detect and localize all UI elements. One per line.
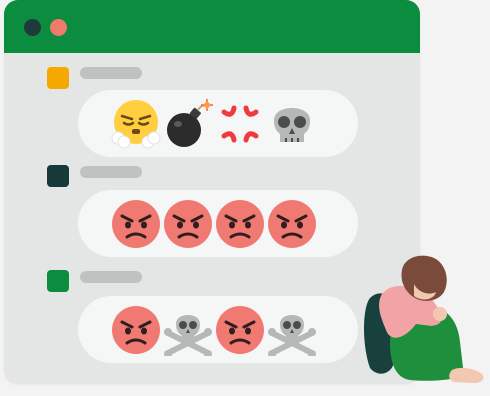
user-avatar — [47, 67, 69, 89]
angry-face-icon — [112, 200, 160, 248]
illustration — [0, 0, 490, 396]
title-bar — [4, 0, 420, 53]
username-placeholder — [80, 271, 142, 283]
hand — [433, 307, 447, 321]
app-window — [4, 0, 420, 384]
username-placeholder — [80, 166, 142, 178]
skull-and-crossbones-icon — [268, 315, 316, 356]
emoji-row — [110, 198, 318, 250]
angry-face-icon — [164, 200, 212, 248]
anger-symbol-icon — [221, 105, 259, 143]
angry-face-icon — [268, 200, 316, 248]
username-placeholder — [80, 67, 142, 79]
message-bubble — [78, 90, 358, 157]
message-bubble — [78, 296, 358, 363]
angry-face-icon — [216, 306, 264, 354]
face-exhaling-icon — [111, 100, 161, 149]
emoji-row — [110, 98, 318, 150]
message-bubble — [78, 190, 358, 257]
foot — [449, 367, 484, 383]
skull-and-crossbones-icon — [164, 315, 212, 356]
sad-person-illustration — [364, 255, 484, 383]
angry-face-icon — [216, 200, 264, 248]
user-avatar — [47, 270, 69, 292]
angry-face-icon — [112, 306, 160, 354]
window-control-coral[interactable] — [50, 19, 67, 36]
skull-icon — [274, 108, 310, 142]
bomb-icon — [167, 99, 213, 147]
user-avatar — [47, 165, 69, 187]
window-control-dark[interactable] — [24, 19, 41, 36]
emoji-row — [110, 304, 318, 356]
